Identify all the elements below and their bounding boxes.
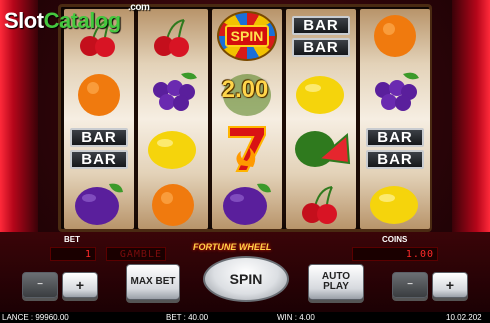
spin-label: SPIN: [229, 271, 263, 287]
lemon-symbol: [286, 66, 356, 120]
cherry-icon: [302, 186, 337, 224]
bar-symbol: BAR BAR: [286, 9, 356, 63]
coins-label: COINS: [382, 235, 408, 244]
plus-label: +: [445, 277, 455, 293]
lemon-icon: [370, 186, 418, 224]
minus-label: −: [37, 279, 43, 290]
plus-label: +: [75, 277, 85, 293]
logo-part-1: Slot: [4, 8, 44, 33]
cherry-icon: [154, 19, 189, 57]
reel-area: BAR BAR SPIN BAR BAR BAR BAR: [58, 4, 432, 232]
slot-cabinet: BAR BAR SPIN BAR BAR BAR BAR 2.00 SlotCa…: [0, 0, 490, 323]
seven-symbol: [212, 121, 282, 175]
plum-icon: [75, 183, 123, 225]
reel-1: BAR BAR: [64, 9, 134, 229]
bet-display: 1: [50, 247, 96, 261]
cherry-symbol: [138, 9, 208, 63]
spin-symbol-label: SPIN: [224, 25, 270, 47]
orange-icon: [152, 184, 194, 226]
win-amount: 2.00: [221, 76, 269, 103]
balance-text: LANCE : 99960.00: [2, 313, 69, 322]
spin-wheel-symbol: SPIN: [212, 9, 282, 63]
watermelon-symbol: [286, 121, 356, 175]
status-bar: LANCE : 99960.00 BET : 40.00 WIN : 4.00 …: [0, 312, 490, 323]
grapes-symbol: [138, 66, 208, 120]
auto-play-button[interactable]: AUTO PLAY: [308, 264, 364, 300]
bar-label: BAR: [366, 149, 424, 169]
plum-symbol: [212, 176, 282, 230]
max-bet-label: MAX BET: [130, 276, 176, 287]
win-text: WIN : 4.00: [277, 313, 315, 322]
grapes-symbol: [360, 66, 430, 120]
logo-suffix: .com: [128, 2, 150, 13]
orange-icon: [78, 74, 120, 116]
orange-icon: [374, 15, 416, 57]
bet-plus-button[interactable]: +: [62, 272, 98, 298]
bar-label: BAR: [70, 149, 128, 169]
reel-3: SPIN: [212, 9, 282, 229]
seven-icon: [228, 126, 266, 172]
plum-icon: [223, 183, 271, 225]
lemon-icon: [296, 76, 344, 114]
bar-label: BAR: [70, 127, 128, 147]
cherry-symbol: [286, 176, 356, 230]
site-logo: SlotCatalog .com: [4, 2, 150, 38]
minus-label: −: [407, 279, 413, 290]
bar-label: BAR: [292, 15, 350, 35]
grapes-icon: [153, 72, 197, 111]
lemon-symbol: [360, 176, 430, 230]
bet-text: BET : 40.00: [166, 313, 209, 322]
watermelon-icon: [295, 131, 351, 167]
reel-4: BAR BAR: [286, 9, 356, 229]
bar-label: BAR: [292, 37, 350, 57]
bet-label: BET: [64, 235, 80, 244]
bet-minus-button[interactable]: −: [22, 272, 58, 298]
orange-symbol: [138, 176, 208, 230]
logo-part-2: Catalog: [43, 8, 122, 33]
reel-2: [138, 9, 208, 229]
bar-symbol: BAR BAR: [360, 121, 430, 175]
right-side-light: [452, 0, 490, 235]
orange-symbol: [360, 9, 430, 63]
lemon-symbol: [138, 121, 208, 175]
reel-5: BAR BAR: [360, 9, 430, 229]
lemon-icon: [148, 131, 196, 169]
game-title: FORTUNE WHEEL: [193, 242, 272, 252]
fortune-wheel-icon: SPIN: [217, 11, 277, 61]
coins-plus-button[interactable]: +: [432, 272, 468, 298]
coins-minus-button[interactable]: −: [392, 272, 428, 298]
bar-label: BAR: [366, 127, 424, 147]
grapes-icon: [375, 72, 419, 111]
coins-display: 1.00: [352, 247, 438, 261]
auto-play-label: AUTO PLAY: [321, 271, 351, 292]
bar-symbol: BAR BAR: [64, 121, 134, 175]
clock-text: 10.02.202: [446, 313, 482, 322]
orange-symbol: [64, 66, 134, 120]
spin-button[interactable]: SPIN: [203, 256, 289, 302]
plum-symbol: [64, 176, 134, 230]
gamble-display: GAMBLE: [106, 247, 166, 261]
max-bet-button[interactable]: MAX BET: [126, 264, 180, 300]
